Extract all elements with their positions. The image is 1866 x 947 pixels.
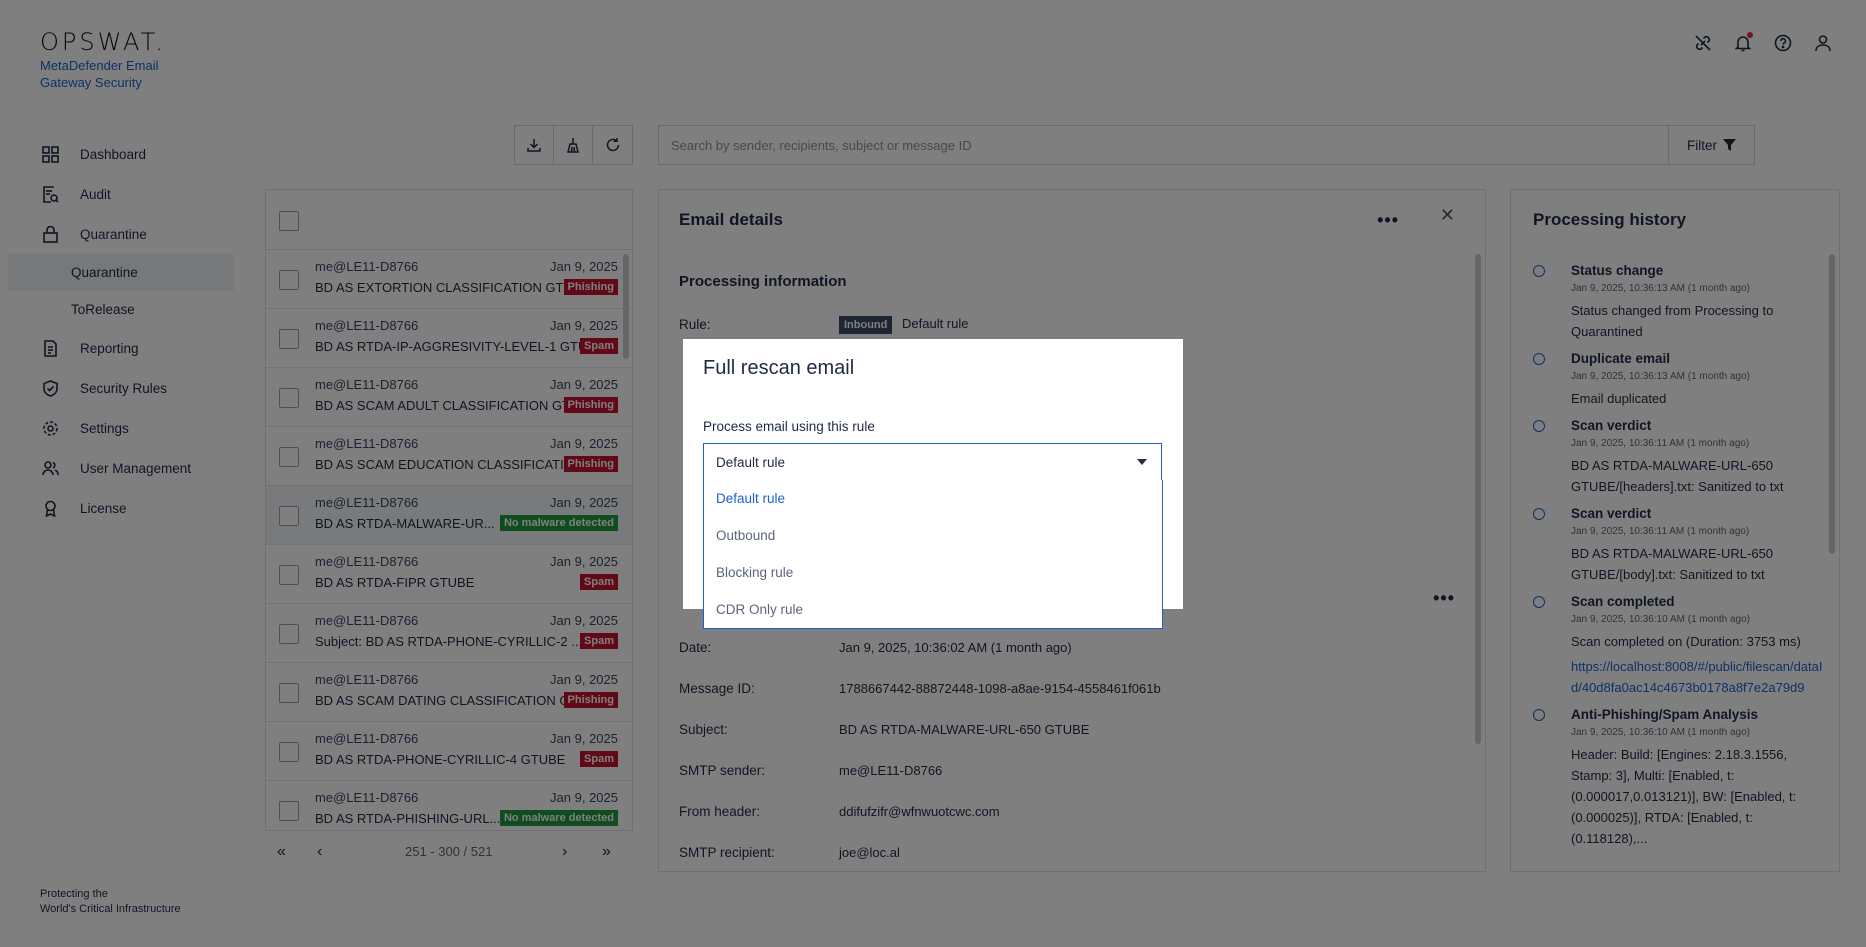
dropdown-option[interactable]: Default rule [704,480,1162,517]
dropdown-option[interactable]: CDR Only rule [704,591,1162,628]
rule-select-value: Default rule [716,454,786,470]
rule-select[interactable]: Default rule [703,443,1162,481]
modal-title: Full rescan email [703,357,855,379]
dropdown-option[interactable]: Outbound [704,517,1162,554]
dropdown-option[interactable]: Blocking rule [704,554,1162,591]
caret-down-icon [1137,459,1147,465]
rule-dropdown: Default rule Outbound Blocking rule CDR Onl… [703,480,1163,629]
rule-select-label: Process email using this rule [703,419,875,434]
